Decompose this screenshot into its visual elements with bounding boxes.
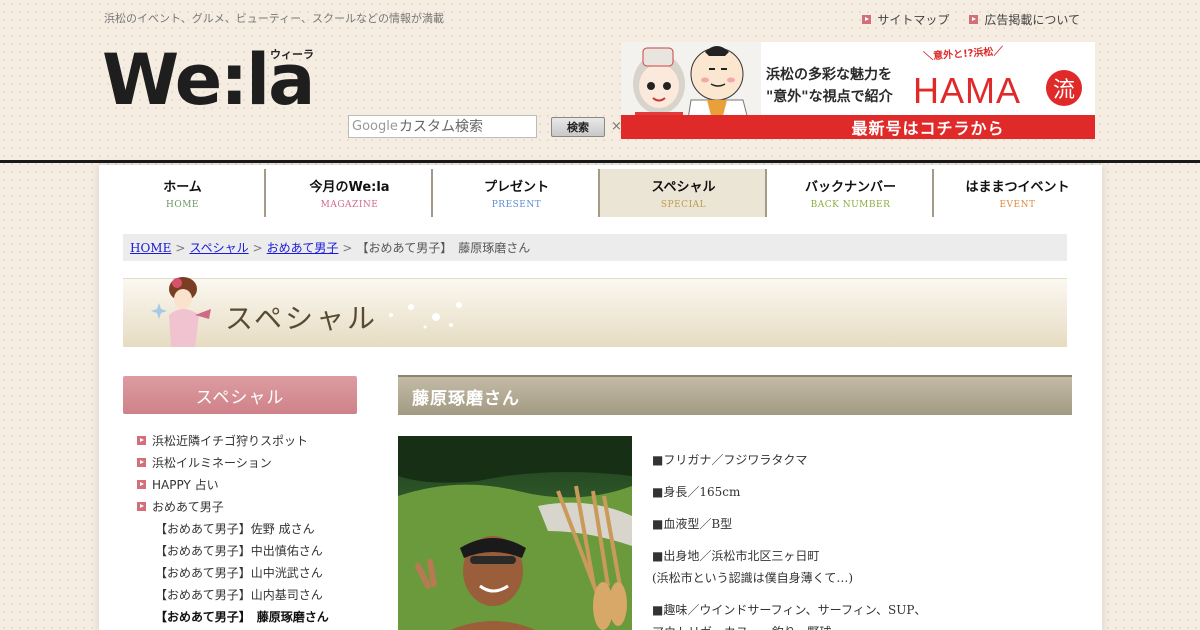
sidebar-item-label: HAPPY 占い <box>152 477 219 492</box>
global-nav: ホーム HOME 今月のWe:la MAGAZINE プレゼント PRESENT… <box>99 169 1102 217</box>
sidebar-subitem[interactable]: 【おめあて男子】中出慎佑さん <box>137 539 367 561</box>
breadcrumb: HOME > スペシャル > おめあて男子 > 【おめあて男子】 藤原琢磨さん <box>123 234 1067 261</box>
sidebar-item[interactable]: 浜松イルミネーション <box>137 451 367 473</box>
article-title: 藤原琢磨さん <box>398 375 1072 415</box>
search-form: Google 検索 × <box>348 115 622 138</box>
breadcrumb-special-link[interactable]: スペシャル <box>189 239 248 256</box>
arrow-bullet-icon <box>137 457 146 467</box>
profile-hometown: ■出身地／浜松市北区三ヶ日町 <box>652 549 820 563</box>
sidebar-item-label: おめあて男子 <box>152 499 224 514</box>
banner-brand-kanji: 流 <box>1046 70 1082 106</box>
content-container: ホーム HOME 今月のWe:la MAGAZINE プレゼント PRESENT… <box>99 165 1102 630</box>
girl-illustration-icon <box>151 277 211 347</box>
nav-event[interactable]: はままつイベント EVENT <box>934 169 1101 217</box>
arrow-bullet-icon <box>862 15 872 24</box>
profile-hometown-note: (浜松市という認識は僕自身薄くて…) <box>652 571 854 585</box>
profile-details: ■フリガナ／フジワラタクマ ■身長／165cm ■血液型／B型 ■出身地／浜松市… <box>652 449 1052 630</box>
arrow-bullet-icon <box>137 435 146 445</box>
banner-subcopy: ＼意外と!?浜松／ <box>922 46 1004 63</box>
sidebar-subitem[interactable]: 【おめあて男子】山内基司さん <box>137 583 367 605</box>
nav-label: プレゼント <box>483 180 549 195</box>
profile-height: ■身長／165cm <box>652 485 741 499</box>
arrow-bullet-icon <box>137 501 146 511</box>
breadcrumb-separator: > <box>252 240 263 255</box>
nav-sublabel: PRESENT <box>491 200 542 210</box>
sidebar-title: スペシャル <box>123 376 357 414</box>
nav-sublabel: EVENT <box>999 200 1036 210</box>
arrow-bullet-icon <box>137 479 146 489</box>
sitemap-link[interactable]: サイトマップ <box>862 11 949 28</box>
nav-label: バックナンバー <box>804 180 896 195</box>
sidebar-item[interactable]: HAPPY 占い <box>137 473 367 495</box>
sidebar-item[interactable]: 浜松近隣イチゴ狩りスポット <box>137 429 367 451</box>
nav-sublabel: HOME <box>165 200 199 210</box>
sidebar-subitem-current[interactable]: 【おめあて男子】 藤原琢磨さん <box>137 605 367 627</box>
banner-message: 浜松の多彩な魅力を "意外"な視点で紹介 <box>766 64 893 108</box>
breadcrumb-current: 【おめあて男子】 藤原琢磨さん <box>356 241 531 255</box>
profile-furigana: ■フリガナ／フジワラタクマ <box>652 453 808 467</box>
top-links: サイトマップ 広告掲載について <box>862 11 1080 28</box>
breadcrumb-separator: > <box>175 240 186 255</box>
banner-message-line2: "意外"な視点で紹介 <box>766 89 893 105</box>
nav-present[interactable]: プレゼント PRESENT <box>433 169 600 217</box>
nav-magazine[interactable]: 今月のWe:la MAGAZINE <box>266 169 433 217</box>
sitemap-link-label: サイトマップ <box>877 13 950 27</box>
sparkle-decoration-icon <box>389 302 462 329</box>
search-input[interactable] <box>348 115 537 138</box>
nav-label: スペシャル <box>651 180 716 195</box>
hama-ryu-banner[interactable]: ＼意外と!?浜松／ 浜松の多彩な魅力を "意外"な視点で紹介 HAMA 流 最新… <box>621 42 1095 139</box>
search-button[interactable]: 検索 <box>551 116 605 137</box>
site-tagline: 浜松のイベント、グルメ、ビューティー、スクールなどの情報が満載 <box>104 12 445 25</box>
advertising-link[interactable]: 広告掲載について <box>969 11 1080 28</box>
banner-brand: HAMA <box>913 70 1022 111</box>
breadcrumb-omeate-link[interactable]: おめあて男子 <box>267 239 339 256</box>
sidebar-item[interactable]: おめあて男子 <box>137 495 367 517</box>
nav-sublabel: SPECIAL <box>660 200 707 210</box>
profile-photo <box>398 436 632 630</box>
sidebar-subitem[interactable]: 【おめあて男子】佐野 成さん <box>137 517 367 539</box>
profile-blood-type: ■血液型／B型 <box>652 517 733 531</box>
logo-ruby: ウィーラ <box>270 48 314 61</box>
section-title: スペシャル <box>225 302 379 335</box>
header-divider <box>0 160 1200 163</box>
section-hero: スペシャル <box>123 277 1067 347</box>
arrow-bullet-icon <box>969 15 979 24</box>
sidebar-list: 浜松近隣イチゴ狩りスポット 浜松イルミネーション HAPPY 占い おめあて男子… <box>137 429 367 627</box>
breadcrumb-home-link[interactable]: HOME <box>130 241 171 255</box>
breadcrumb-separator: > <box>342 240 353 255</box>
sidebar-item-label: 浜松イルミネーション <box>152 455 272 470</box>
sidebar-item-label: 浜松近隣イチゴ狩りスポット <box>152 433 309 448</box>
nav-label: ホーム <box>163 180 202 195</box>
nav-sublabel: BACK NUMBER <box>810 200 891 210</box>
site-logo[interactable]: We:la ウィーラ <box>102 40 322 120</box>
nav-sublabel: MAGAZINE <box>320 200 379 210</box>
nav-label: 今月のWe:la <box>309 180 390 195</box>
sidebar-subitem[interactable]: 【おめあて男子】山中洸武さん <box>137 561 367 583</box>
nav-label: はままつイベント <box>965 180 1070 195</box>
profile-hobbies-cont: アウトリガーカヌー、釣り、野球 <box>652 621 1052 630</box>
nav-home[interactable]: ホーム HOME <box>99 169 266 217</box>
nav-special[interactable]: スペシャル SPECIAL <box>600 169 767 217</box>
nav-back-number[interactable]: バックナンバー BACK NUMBER <box>767 169 934 217</box>
banner-cta: 最新号はコチラから <box>621 115 1095 139</box>
advertising-link-label: 広告掲載について <box>984 13 1080 27</box>
banner-message-line1: 浜松の多彩な魅力を <box>766 67 892 83</box>
profile-hobbies: ■趣味／ウインドサーフィン、サーフィン、SUP、 <box>652 603 927 617</box>
